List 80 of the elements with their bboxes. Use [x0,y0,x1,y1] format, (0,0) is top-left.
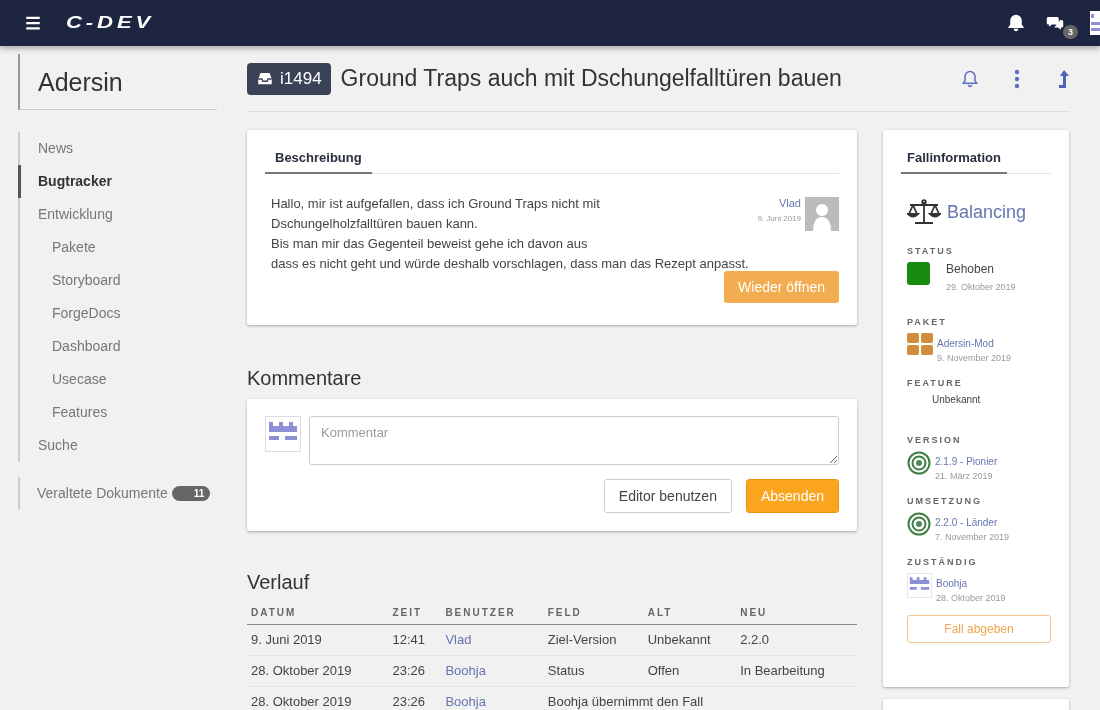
user-link[interactable]: Vlad [445,632,472,647]
sidebar-item[interactable]: Dashboard [18,330,217,363]
table-cell: 23:26 [388,655,442,687]
issue-title: Ground Traps auch mit Dschungelfalltüren bauen [340,65,842,92]
section-label: VERSION [907,435,963,445]
sidebar-item[interactable]: Usecase [18,363,217,396]
chat-icon [1044,14,1066,32]
notification-icon [960,68,980,89]
menu-icon [24,14,42,32]
column-header: ZEIT [388,603,442,625]
table-cell: In Bearbeitung [736,655,857,687]
date-text: 9. Juni 2019 [757,214,801,223]
table-cell: Status [543,655,644,687]
avatar-icon [265,416,301,452]
package-icon [907,333,933,355]
tab[interactable]: Fallinformation [901,146,1007,174]
section-label: ZUSTÄNDIG [907,557,979,567]
more-icon [1014,68,1020,89]
description-text: Hallo, mir ist aufgefallen, dass ich Ground Traps nicht mit Dschungelholzfalltüren bauen kann. Bis man mir das Gegenteil beweist gehe ich davon aus dass es nicht geht und würde deshalb vorschlagen, dass man das Rezept anpasst. [271,195,750,273]
version-link[interactable]: 2.1.9 - Pionier [935,456,998,467]
date-text: 7. November 2019 [935,532,1010,542]
target-icon [907,512,931,536]
table-cell: 23:26 [388,686,442,710]
chat-count-badge: 3 [1063,25,1078,39]
column-header: BENUTZER [441,603,544,625]
sidebar-item[interactable]: News [18,132,217,165]
avatar-icon [805,197,839,231]
section-heading: Kommentare [247,367,363,390]
section-heading: Verlauf [247,571,311,594]
column-header: ALT [643,603,737,625]
scale-icon [907,198,941,226]
target-icon [907,451,931,475]
column-header: DATUM [247,603,389,625]
comment-field[interactable]: Kommentar [309,416,839,465]
date-text: 21. März 2019 [935,471,994,481]
sidebar-item[interactable]: ForgeDocs [18,297,217,330]
package-link[interactable]: Adersin-Mod [937,338,994,349]
user-link[interactable]: Boohja [936,578,968,589]
sidebar-item[interactable]: Veraltete Dokumente [37,485,168,501]
table-cell: 9. Juni 2019 [247,624,389,656]
avatar-icon [907,573,932,598]
column-header: FELD [543,603,644,625]
author-link[interactable]: Vlad [778,197,801,209]
category-text: Balancing [947,201,1027,223]
section-label: STATUS [907,246,955,256]
sidebar-item[interactable]: Bugtracker [18,165,217,198]
table-cell: 28. Oktober 2019 [247,655,389,687]
date-text: 9. November 2019 [937,353,1012,363]
avatar-icon[interactable] [1090,11,1100,35]
sidebar-item[interactable]: Suche [18,429,217,462]
table-cell: 12:41 [388,624,442,656]
user-link[interactable]: Boohja [445,694,486,709]
section-label: PAKET [907,317,948,327]
section-label: FEATURE [907,378,964,388]
section-label: UMSETZUNG [907,496,983,506]
user-link[interactable]: Boohja [445,663,486,678]
logo[interactable]: C-DEV [66,13,155,33]
feature-text: Unbekannt [932,394,981,405]
hand-over-button[interactable]: Fall abgeben [907,615,1051,643]
date-text: 28. Oktober 2019 [936,593,1006,603]
table-cell: Offen [643,655,737,687]
sidebar-item[interactable]: Features [18,396,217,429]
notification-icon [1006,13,1026,33]
table-cell: 28. Oktober 2019 [247,686,389,710]
version-link[interactable]: 2.2.0 - Länder [935,517,998,528]
issue-id: i1494 [280,68,322,89]
column-header: NEU [736,603,857,625]
project-title: Adersin [18,54,217,110]
sidebar-item[interactable]: Entwicklung [18,198,217,231]
sidebar-item[interactable]: Storyboard [18,264,217,297]
count-badge: 11 [171,485,211,501]
table-cell: Boohja übernimmt den Fall [543,686,857,710]
table-cell: Unbekannt [643,624,737,656]
sidebar-item[interactable]: Pakete [18,231,217,264]
editor-button[interactable]: Editor benutzen [603,479,732,513]
table-cell: 2.2.0 [736,624,857,656]
tab[interactable]: Beschreibung [265,146,372,174]
date-text: 29. Oktober 2019 [946,282,1016,292]
table-cell: Ziel-Version [543,624,644,656]
status-text: Behoben [946,262,996,276]
